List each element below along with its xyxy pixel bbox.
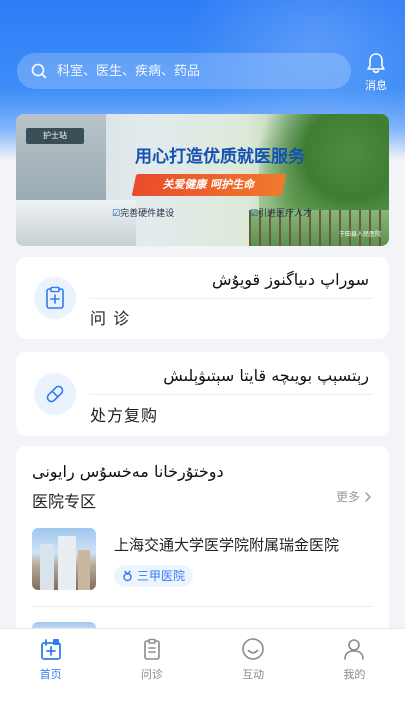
consult-icon-wrap [34, 277, 76, 319]
hospital-section-title: 医院专区 [32, 492, 97, 511]
hospital-section-uyghur-title: دوختۇرخانا مەخسۇس رايونى [32, 462, 224, 481]
hospital-photo [32, 528, 96, 590]
divider [90, 394, 373, 395]
clipboard-icon [144, 638, 160, 660]
prescription-uyghur-title: رېتسېپ بويىچە قايتا سېتىۋېلىش [163, 366, 369, 385]
banner-sign: 护士站 [26, 128, 84, 144]
messages-label: 消息 [365, 79, 387, 92]
divider [32, 606, 373, 607]
consult-card[interactable]: سوراپ دىياگنوز قويۇش 问 诊 [16, 257, 389, 339]
tab-consult-label: 问诊 [140, 668, 163, 681]
bell-icon [367, 53, 385, 74]
medal-icon [123, 570, 132, 582]
banner-feature: 引进医疗人才 [250, 206, 312, 219]
tab-interact-label: 互动 [242, 668, 265, 681]
prescription-card[interactable]: رېتسېپ بويىچە قايتا سېتىۋېلىش 处方复购 [16, 352, 389, 436]
prescription-icon-wrap [34, 373, 76, 415]
pill-icon [46, 385, 64, 403]
divider [90, 298, 373, 299]
search-bar[interactable] [17, 53, 351, 89]
user-icon [344, 639, 365, 660]
messages-button[interactable]: 消息 [360, 52, 392, 94]
hospital-level-badge: 三甲医院 [114, 565, 194, 587]
promo-banner[interactable]: 护士站 用心打造优质就医服务 关爱健康 呵护生命 完善硬件建设 引进医疗人才 于… [16, 114, 389, 246]
more-label: 更多 [335, 490, 360, 504]
banner-title: 用心打造优质就医服务 [135, 147, 305, 167]
search-icon [31, 63, 47, 79]
tab-profile[interactable]: 我的 [324, 637, 384, 720]
banner-feature: 完善硬件建设 [112, 206, 174, 219]
banner-features: 完善硬件建设 引进医疗人才 [112, 206, 312, 219]
home-medical-icon [40, 639, 61, 660]
more-link[interactable]: 更多 [336, 488, 373, 505]
hospital-level-label: 三甲医院 [137, 569, 186, 583]
hospital-name: 上海交通大学医学院附属瑞金医院 [114, 536, 340, 554]
bottom-tab-bar: 首页 问诊 互动 我的 [0, 628, 405, 720]
hospital-section: دوختۇرخانا مەخسۇس رايونى 医院专区 更多 上海交通大学医… [16, 446, 389, 646]
prescription-title: 处方复购 [90, 406, 159, 425]
tab-home[interactable]: 首页 [21, 637, 81, 720]
search-input[interactable] [57, 63, 351, 79]
consult-title: 问 诊 [90, 309, 131, 328]
tab-interact[interactable]: 互动 [223, 637, 283, 720]
banner-slogan: 关爱健康 呵护生命 [131, 174, 287, 196]
tab-home-label: 首页 [39, 668, 62, 681]
tab-profile-label: 我的 [343, 668, 366, 681]
chevron-right-icon [365, 491, 371, 502]
consult-uyghur-title: سوراپ دىياگنوز قويۇش [212, 270, 369, 289]
smile-icon [242, 638, 264, 660]
clipboard-plus-icon [46, 286, 64, 309]
banner-credit: 于田县人民医院 [338, 231, 381, 238]
tab-consult[interactable]: 问诊 [122, 637, 182, 720]
